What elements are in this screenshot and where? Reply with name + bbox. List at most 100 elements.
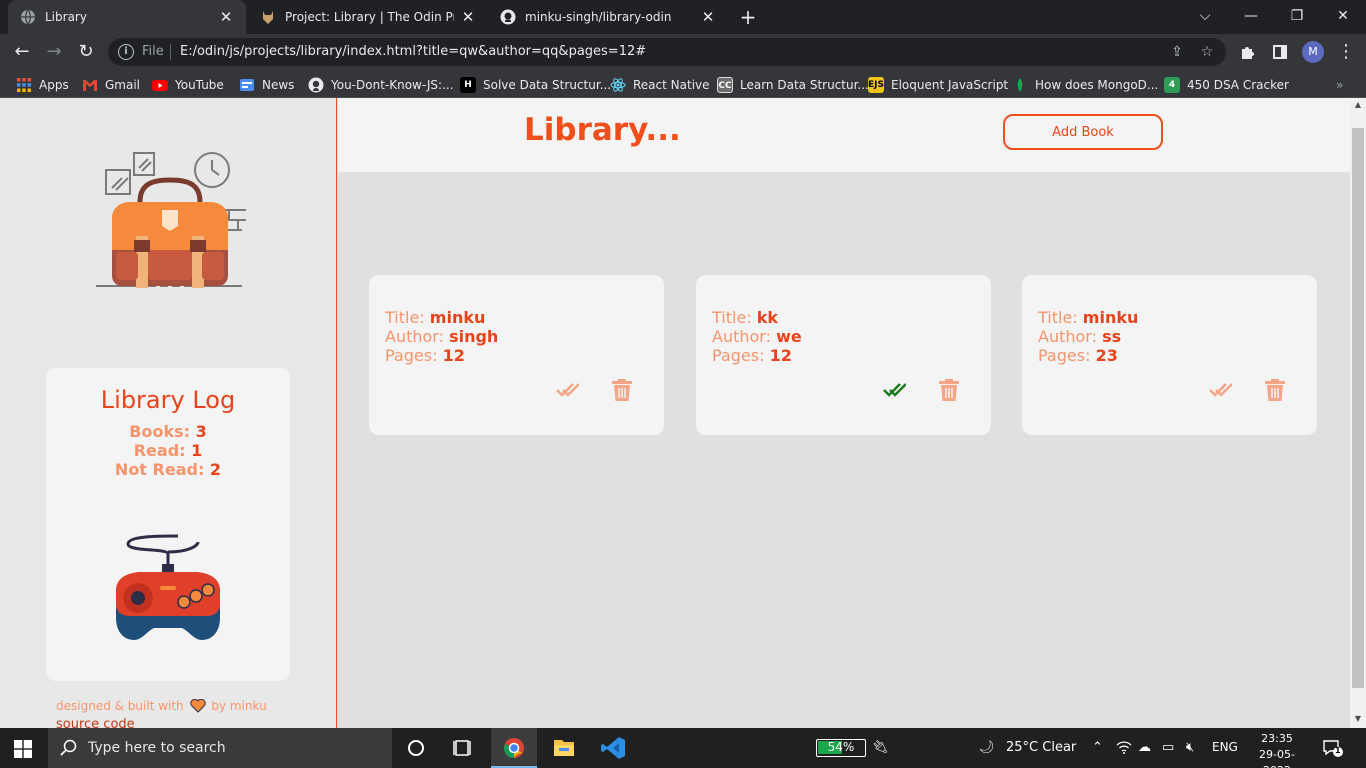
language-indicator[interactable]: ENG (1212, 740, 1238, 754)
pages-value: 23 (1095, 346, 1118, 365)
bookmark-you-dont-know-js[interactable]: You-Dont-Know-JS:... (308, 76, 454, 94)
system-clock[interactable]: 23:35 29-05-2022 (1252, 731, 1302, 768)
page-viewport: Library Log Books: 3 Read: 1 Not Read: 2 (0, 98, 1366, 728)
search-icon (60, 739, 77, 756)
taskbar-search-input[interactable]: Type here to search (48, 728, 392, 768)
bookmark-learn-data-structures[interactable]: CC Learn Data Structur... (717, 76, 869, 94)
info-icon[interactable]: i (118, 44, 134, 60)
tab-library[interactable]: Library ✕ (8, 0, 246, 34)
volume-muted-icon[interactable]: 🔇︎ (1186, 740, 1194, 755)
url-text[interactable]: E:/odin/js/projects/library/index.html?t… (180, 44, 646, 59)
bookmark-react-native[interactable]: React Native (610, 76, 710, 94)
delete-trash-icon[interactable] (611, 377, 633, 401)
tab-title: minku-singh/library-odin (525, 10, 672, 24)
bookmark-apps[interactable]: Apps (16, 76, 69, 94)
tray-chevron-up-icon[interactable]: ⌃ (1092, 740, 1103, 755)
file-explorer-icon[interactable] (541, 728, 587, 768)
read-value: 1 (191, 441, 203, 460)
back-arrow-icon[interactable]: ← (10, 40, 34, 64)
credit-author: by minku (211, 699, 267, 713)
bookmarks-bar: Apps Gmail YouTube News You-Dont-Know-JS… (0, 70, 1366, 98)
tab-search-chevron-icon[interactable]: ⌵ (1182, 0, 1228, 34)
power-plug-icon[interactable]: 🔌︎ (872, 740, 889, 755)
page-title: Library... (524, 112, 681, 148)
bookmark-label: Eloquent JavaScript (891, 78, 1009, 92)
forward-arrow-icon[interactable]: → (42, 40, 66, 64)
author-value: singh (449, 327, 499, 346)
notifications-icon[interactable]: 1 (1322, 738, 1344, 762)
moon-weather-icon[interactable]: 🌙︎ (978, 740, 995, 755)
gmail-icon (83, 80, 97, 91)
task-view-icon[interactable] (440, 728, 486, 768)
title-label: Title: (1038, 308, 1078, 327)
bookmark-youtube[interactable]: YouTube (152, 76, 224, 94)
mark-read-check-icon[interactable] (882, 378, 906, 402)
react-icon (610, 78, 626, 92)
divider (170, 44, 171, 60)
title-value: minku (429, 308, 486, 327)
bookmark-label: You-Dont-Know-JS:... (331, 78, 454, 92)
gamepad-illustration-icon (116, 534, 220, 640)
github-icon (500, 9, 516, 25)
battery-indicator[interactable]: 54% (816, 739, 866, 757)
bookmark-eloquent-javascript[interactable]: EJS Eloquent JavaScript (868, 76, 1008, 94)
address-bar[interactable]: i File E:/odin/js/projects/library/index… (108, 38, 1226, 66)
author-value: we (776, 327, 802, 346)
close-tab-icon[interactable]: ✕ (460, 8, 476, 26)
chrome-taskbar-icon[interactable] (491, 728, 537, 768)
bookmark-star-icon[interactable]: ☆ (1198, 43, 1216, 61)
bookmark-gmail[interactable]: Gmail (82, 76, 140, 94)
side-panel-icon[interactable] (1268, 40, 1292, 64)
tab-github-repo[interactable]: minku-singh/library-odin ✕ (488, 0, 728, 34)
avatar[interactable]: M (1302, 41, 1324, 63)
bookmark-label: News (262, 78, 295, 92)
bookmark-news[interactable]: News (239, 76, 294, 94)
add-book-button[interactable]: Add Book (1003, 114, 1163, 150)
close-tab-icon[interactable]: ✕ (700, 8, 716, 26)
share-icon[interactable]: ⇪ (1168, 43, 1186, 61)
book-title: Title: minku (1038, 308, 1138, 327)
reload-icon[interactable]: ↻ (74, 40, 98, 64)
title-value: kk (756, 308, 779, 327)
main-content: Library... Add Book Title: minku Author:… (338, 98, 1350, 728)
mark-read-check-icon[interactable] (555, 378, 579, 402)
bookmark-solve-data-structures[interactable]: H Solve Data Structur... (460, 76, 611, 94)
bookmark-mongodb[interactable]: How does MongoD... (1012, 76, 1158, 94)
tab-odin-project[interactable]: Project: Library | The Odin Project ✕ (248, 0, 488, 34)
github-icon (308, 77, 324, 93)
bookmark-450-dsa[interactable]: 4 450 DSA Cracker (1164, 76, 1289, 94)
close-tab-icon[interactable]: ✕ (218, 8, 234, 26)
vscode-icon[interactable] (591, 728, 637, 768)
library-log-card: Library Log Books: 3 Read: 1 Not Read: 2 (46, 368, 290, 681)
scrollbar-thumb[interactable] (1352, 128, 1364, 688)
close-window-button[interactable]: ✕ (1320, 0, 1366, 34)
onedrive-cloud-icon[interactable]: ☁︎ (1138, 740, 1151, 755)
menu-kebab-icon[interactable]: ⋮ (1334, 40, 1358, 64)
scroll-up-arrow-icon[interactable]: ▲ (1350, 98, 1366, 112)
source-code-link[interactable]: source code (56, 717, 135, 728)
mark-read-check-icon[interactable] (1208, 378, 1232, 402)
book-title: Title: kk (712, 308, 778, 327)
globe-icon (21, 9, 35, 25)
page-scrollbar[interactable]: ▲ ▼ (1350, 98, 1366, 728)
cortana-icon[interactable] (393, 728, 439, 768)
book-author: Author: we (712, 327, 802, 346)
pages-label: Pages: (385, 346, 438, 365)
mongodb-leaf-icon (1017, 78, 1023, 92)
windows-taskbar: Type here to search 54% 🔌︎ 🌙︎ 25°C Clear… (0, 728, 1366, 768)
scroll-down-arrow-icon[interactable]: ▼ (1350, 712, 1366, 726)
wifi-icon[interactable] (1116, 740, 1132, 758)
minimize-button[interactable]: — (1228, 0, 1274, 34)
book-card: Title: minku Author: singh Pages: 12 (369, 275, 664, 435)
delete-trash-icon[interactable] (938, 377, 960, 401)
delete-trash-icon[interactable] (1264, 377, 1286, 401)
weather-text[interactable]: 25°C Clear (1006, 740, 1076, 755)
windows-start-icon[interactable] (14, 740, 32, 758)
battery-tray-icon[interactable]: ▭ (1162, 740, 1174, 755)
extensions-puzzle-icon[interactable] (1236, 40, 1260, 64)
new-tab-button[interactable]: + (736, 4, 760, 30)
restore-button[interactable]: ❐ (1274, 0, 1320, 34)
books-label: Books: (129, 422, 191, 441)
author-label: Author: (385, 327, 444, 346)
bookmarks-overflow-icon[interactable]: » (1336, 76, 1343, 94)
